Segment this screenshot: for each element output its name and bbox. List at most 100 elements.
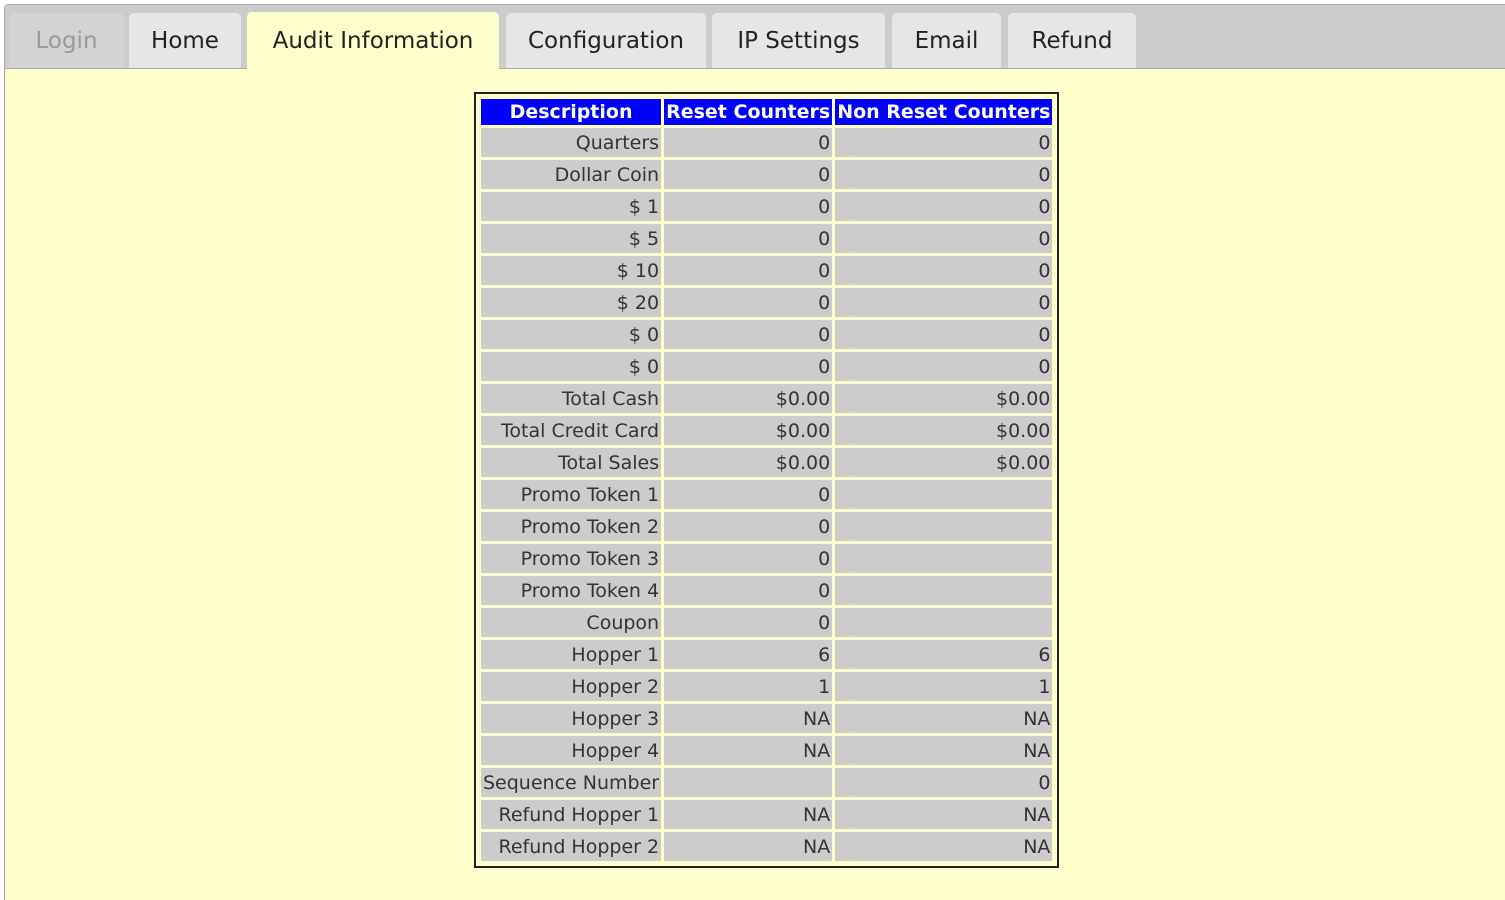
- cell-reset-counter: NA: [664, 736, 833, 765]
- cell-reset-counter: $0.00: [664, 416, 833, 445]
- table-row: Hopper 211: [481, 672, 1053, 701]
- cell-description: Refund Hopper 1: [481, 800, 662, 829]
- cell-description: Total Sales: [481, 448, 662, 477]
- table-row: Hopper 3 NA NA: [481, 704, 1053, 733]
- cell-non-reset-counter: [835, 512, 1053, 541]
- cell-non-reset-counter: NA: [835, 704, 1053, 733]
- table-row: Promo Token 40: [481, 576, 1053, 605]
- audit-table-body: Quarters 0 0 Dollar Coin 0 0 $ 1 0 0 $ 5 0 0 $ 10 0 0 $…: [481, 128, 1053, 861]
- cell-description: $ 5: [481, 224, 662, 253]
- cell-description: Promo Token 3: [481, 544, 662, 573]
- audit-table: Description Reset Counters Non Reset Cou…: [478, 96, 1055, 864]
- cell-reset-counter: 0: [664, 320, 833, 349]
- tab-configuration[interactable]: Configuration: [506, 13, 706, 68]
- audit-table-container: Description Reset Counters Non Reset Cou…: [474, 92, 1060, 868]
- cell-non-reset-counter: [835, 544, 1053, 573]
- cell-non-reset-counter: 1: [835, 672, 1053, 701]
- table-row: $ 000: [481, 352, 1053, 381]
- cell-reset-counter: 0: [664, 224, 833, 253]
- table-row: Promo Token 20: [481, 512, 1053, 541]
- cell-reset-counter: 0: [664, 128, 833, 157]
- tab-login[interactable]: Login: [9, 13, 124, 68]
- table-row: Dollar Coin 0 0: [481, 160, 1053, 189]
- cell-non-reset-counter: NA: [835, 800, 1053, 829]
- cell-description: Refund Hopper 2: [481, 832, 662, 861]
- table-header-row: Description Reset Counters Non Reset Cou…: [481, 99, 1053, 125]
- cell-reset-counter: 0: [664, 480, 833, 509]
- cell-non-reset-counter: 0: [835, 224, 1053, 253]
- cell-reset-counter: NA: [664, 800, 833, 829]
- cell-non-reset-counter: 0: [835, 160, 1053, 189]
- page-frame: Login Home Audit Information Configurati…: [4, 4, 1505, 900]
- table-row: Refund Hopper 1 NA NA: [481, 800, 1053, 829]
- cell-reset-counter: 0: [664, 512, 833, 541]
- cell-non-reset-counter: 0: [835, 288, 1053, 317]
- cell-reset-counter: [664, 768, 833, 797]
- cell-reset-counter: 0: [664, 352, 833, 381]
- table-row: Promo Token 30: [481, 544, 1053, 573]
- cell-description: Dollar Coin: [481, 160, 662, 189]
- cell-non-reset-counter: [835, 608, 1053, 637]
- cell-reset-counter: 0: [664, 192, 833, 221]
- cell-description: Total Credit Card: [481, 416, 662, 445]
- table-row: Refund Hopper 2 NA NA: [481, 832, 1053, 861]
- cell-description: Hopper 2: [481, 672, 662, 701]
- table-row: $ 100: [481, 192, 1053, 221]
- cell-reset-counter: 0: [664, 544, 833, 573]
- cell-reset-counter: 0: [664, 256, 833, 285]
- cell-reset-counter: NA: [664, 832, 833, 861]
- table-row: Promo Token 10: [481, 480, 1053, 509]
- cell-description: Total Cash: [481, 384, 662, 413]
- cell-reset-counter: 0: [664, 576, 833, 605]
- tab-refund[interactable]: Refund: [1008, 13, 1136, 68]
- table-row: Total Credit Card $0.00 $0.00: [481, 416, 1053, 445]
- cell-non-reset-counter: [835, 480, 1053, 509]
- table-row: $ 500: [481, 224, 1053, 253]
- table-row: Sequence Number 0: [481, 768, 1053, 797]
- cell-description: Quarters: [481, 128, 662, 157]
- table-row: Hopper 166: [481, 640, 1053, 669]
- cell-description: $ 10: [481, 256, 662, 285]
- cell-non-reset-counter: $0.00: [835, 416, 1053, 445]
- table-row: $ 20 0 0: [481, 288, 1053, 317]
- tab-home[interactable]: Home: [129, 13, 241, 68]
- cell-description: Sequence Number: [481, 768, 662, 797]
- cell-non-reset-counter: 0: [835, 320, 1053, 349]
- table-row: $ 000: [481, 320, 1053, 349]
- cell-reset-counter: NA: [664, 704, 833, 733]
- column-header-non-reset-counters: Non Reset Counters: [835, 99, 1053, 125]
- cell-non-reset-counter: 0: [835, 256, 1053, 285]
- cell-description: $ 0: [481, 352, 662, 381]
- cell-non-reset-counter: [835, 576, 1053, 605]
- cell-non-reset-counter: $0.00: [835, 448, 1053, 477]
- cell-reset-counter: 6: [664, 640, 833, 669]
- cell-non-reset-counter: 0: [835, 352, 1053, 381]
- table-row: Quarters 0 0: [481, 128, 1053, 157]
- column-header-description: Description: [481, 99, 662, 125]
- cell-reset-counter: 1: [664, 672, 833, 701]
- cell-non-reset-counter: 6: [835, 640, 1053, 669]
- cell-description: Promo Token 2: [481, 512, 662, 541]
- cell-description: Hopper 1: [481, 640, 662, 669]
- cell-description: $ 20: [481, 288, 662, 317]
- cell-reset-counter: 0: [664, 608, 833, 637]
- cell-description: Coupon: [481, 608, 662, 637]
- tab-email[interactable]: Email: [892, 13, 1001, 68]
- table-row: Coupon 0: [481, 608, 1053, 637]
- cell-non-reset-counter: $0.00: [835, 384, 1053, 413]
- cell-description: $ 1: [481, 192, 662, 221]
- cell-non-reset-counter: 0: [835, 768, 1053, 797]
- cell-reset-counter: $0.00: [664, 448, 833, 477]
- tab-audit-information[interactable]: Audit Information: [247, 12, 499, 69]
- cell-description: Promo Token 1: [481, 480, 662, 509]
- cell-non-reset-counter: 0: [835, 128, 1053, 157]
- cell-description: Promo Token 4: [481, 576, 662, 605]
- cell-description: $ 0: [481, 320, 662, 349]
- tab-ip-settings[interactable]: IP Settings: [712, 13, 885, 68]
- table-row: $ 10 0 0: [481, 256, 1053, 285]
- table-row: Total Cash $0.00 $0.00: [481, 384, 1053, 413]
- table-row: Total Sales $0.00 $0.00: [481, 448, 1053, 477]
- cell-reset-counter: 0: [664, 160, 833, 189]
- cell-description: Hopper 3: [481, 704, 662, 733]
- cell-description: Hopper 4: [481, 736, 662, 765]
